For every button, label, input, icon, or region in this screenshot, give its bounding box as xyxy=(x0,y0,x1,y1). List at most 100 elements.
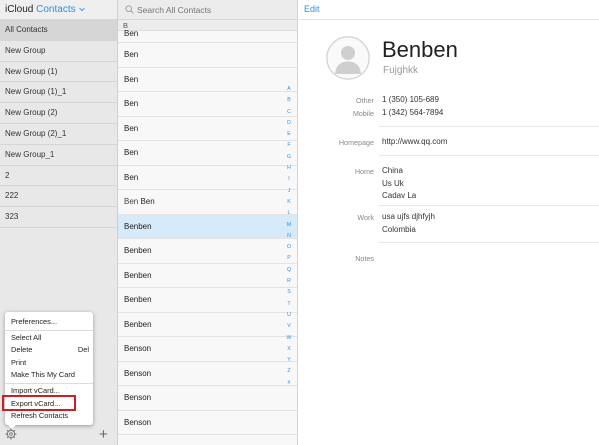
contact-row[interactable]: Ben xyxy=(118,166,297,190)
homepage-link[interactable]: http://www.qq.com xyxy=(382,137,447,146)
contact-row[interactable]: Ben xyxy=(118,30,297,43)
index-letter[interactable]: R xyxy=(285,276,293,287)
index-letter[interactable]: N xyxy=(285,231,293,242)
index-letter[interactable]: D xyxy=(285,118,293,129)
contact-row[interactable]: Benson xyxy=(118,362,297,386)
group-item[interactable]: New Group (1)_1 xyxy=(0,82,117,104)
group-item[interactable]: New Group_1 xyxy=(0,145,117,166)
menu-item-make-my-card[interactable]: Make This My Card xyxy=(5,369,93,382)
mobile-phone[interactable]: 1 (342) 564-7894 xyxy=(382,108,443,117)
add-contact-button[interactable]: + xyxy=(99,427,108,442)
contact-row[interactable]: Benben xyxy=(118,313,297,337)
index-letter[interactable]: P xyxy=(285,253,293,264)
contact-row-name: Benben xyxy=(124,319,152,329)
group-item[interactable]: 2 xyxy=(0,166,117,187)
contacts-title[interactable]: Contacts xyxy=(36,4,75,15)
section-header: B xyxy=(118,20,297,31)
index-letter[interactable]: I xyxy=(285,174,293,185)
work-address-line[interactable]: usa ujfs djhfyjh xyxy=(382,212,435,221)
search-bar xyxy=(118,0,297,20)
contact-row[interactable]: Ben xyxy=(118,43,297,68)
contact-row-name: Ben xyxy=(124,50,139,59)
group-item[interactable]: 323 xyxy=(0,207,117,228)
contact-row[interactable]: Benson xyxy=(118,411,297,435)
menu-item-label: Delete xyxy=(11,345,33,355)
index-letter[interactable]: K xyxy=(285,197,293,208)
contact-row[interactable]: Benson xyxy=(118,386,297,411)
divider xyxy=(379,205,599,206)
contact-row[interactable]: Benben xyxy=(118,288,297,313)
group-item[interactable]: 222 xyxy=(0,186,117,208)
alphabet-index[interactable]: A B C D E F G H I J K L M N O P Q R S T U V W X Y Z # xyxy=(285,84,293,389)
divider xyxy=(379,155,599,156)
contact-row-name: Benben xyxy=(124,246,152,255)
contact-row-name: Ben xyxy=(124,74,139,84)
home-address-line[interactable]: Us Uk xyxy=(382,179,404,188)
contact-row[interactable]: Ben Ben xyxy=(118,190,297,215)
menu-item-print[interactable]: Print xyxy=(5,357,93,370)
avatar[interactable] xyxy=(326,36,370,80)
index-letter[interactable]: Z xyxy=(285,366,293,377)
contact-row[interactable]: Benson xyxy=(118,337,297,362)
index-letter[interactable]: L xyxy=(285,208,293,219)
home-label: Home xyxy=(354,167,374,176)
highlight-box xyxy=(2,395,76,411)
index-letter[interactable]: Y xyxy=(285,355,293,366)
menu-item-delete[interactable]: Delete Del xyxy=(5,344,93,357)
contact-row[interactable]: Benben xyxy=(118,214,297,239)
index-letter[interactable]: B xyxy=(285,95,293,106)
index-letter[interactable]: # xyxy=(285,378,293,389)
contact-row[interactable]: Ben xyxy=(118,92,297,117)
contact-row-name: Ben xyxy=(124,123,139,133)
gear-icon[interactable] xyxy=(5,428,17,440)
index-letter[interactable]: S xyxy=(285,287,293,298)
edit-button[interactable]: Edit xyxy=(304,4,320,14)
group-item[interactable]: All Contacts xyxy=(0,20,117,41)
menu-item-refresh[interactable]: Refresh Contacts xyxy=(5,410,93,423)
index-letter[interactable]: Q xyxy=(285,265,293,276)
index-letter[interactable]: E xyxy=(285,129,293,140)
index-letter[interactable]: H xyxy=(285,163,293,174)
contact-row[interactable]: Ben xyxy=(118,68,297,92)
divider xyxy=(379,242,599,243)
index-letter[interactable]: C xyxy=(285,107,293,118)
index-letter[interactable]: V xyxy=(285,321,293,332)
homepage-label: Homepage xyxy=(338,138,374,147)
other-phone[interactable]: 1 (350) 105-689 xyxy=(382,95,439,104)
group-item[interactable]: New Group (2)_1 xyxy=(0,124,117,145)
work-address-line[interactable]: Colombia xyxy=(382,225,416,234)
contact-row-name: Ben xyxy=(124,148,139,157)
index-letter[interactable]: F xyxy=(285,140,293,151)
group-item[interactable]: New Group (2) xyxy=(0,103,117,124)
index-letter[interactable]: W xyxy=(285,333,293,344)
index-letter[interactable]: T xyxy=(285,299,293,310)
index-letter[interactable]: X xyxy=(285,344,293,355)
sidebar-footer: + xyxy=(0,425,118,445)
index-letter[interactable]: G xyxy=(285,152,293,163)
notes-label: Notes xyxy=(355,254,374,263)
home-address-line[interactable]: China xyxy=(382,166,403,175)
index-letter[interactable]: M xyxy=(285,220,293,231)
index-letter[interactable]: O xyxy=(285,242,293,253)
index-letter[interactable]: A xyxy=(285,84,293,95)
search-icon xyxy=(125,5,134,14)
menu-item-select-all[interactable]: Select All xyxy=(5,332,93,345)
index-letter[interactable]: U xyxy=(285,310,293,321)
contact-subtitle: Fujghkk xyxy=(383,65,419,76)
contact-row[interactable]: Benben xyxy=(118,239,297,264)
contact-row-name: Ben xyxy=(140,197,155,206)
search-input[interactable] xyxy=(137,3,287,17)
brand-label: iCloud xyxy=(5,4,34,15)
contact-row[interactable]: Benben xyxy=(118,264,297,288)
contact-row[interactable]: Ben xyxy=(118,117,297,141)
chevron-down-icon[interactable] xyxy=(79,7,86,12)
group-item[interactable]: New Group (1) xyxy=(0,62,117,83)
group-item[interactable]: New Group xyxy=(0,41,117,62)
home-address-line[interactable]: Cadav La xyxy=(382,191,416,200)
contact-row-name: Ben xyxy=(124,172,139,182)
contact-row-name: Benson xyxy=(124,393,152,402)
index-letter[interactable]: J xyxy=(285,186,293,197)
menu-item-preferences[interactable]: Preferences... xyxy=(5,316,93,329)
contact-row[interactable]: Ben xyxy=(118,141,297,166)
contact-row-name: Benben xyxy=(124,295,152,304)
